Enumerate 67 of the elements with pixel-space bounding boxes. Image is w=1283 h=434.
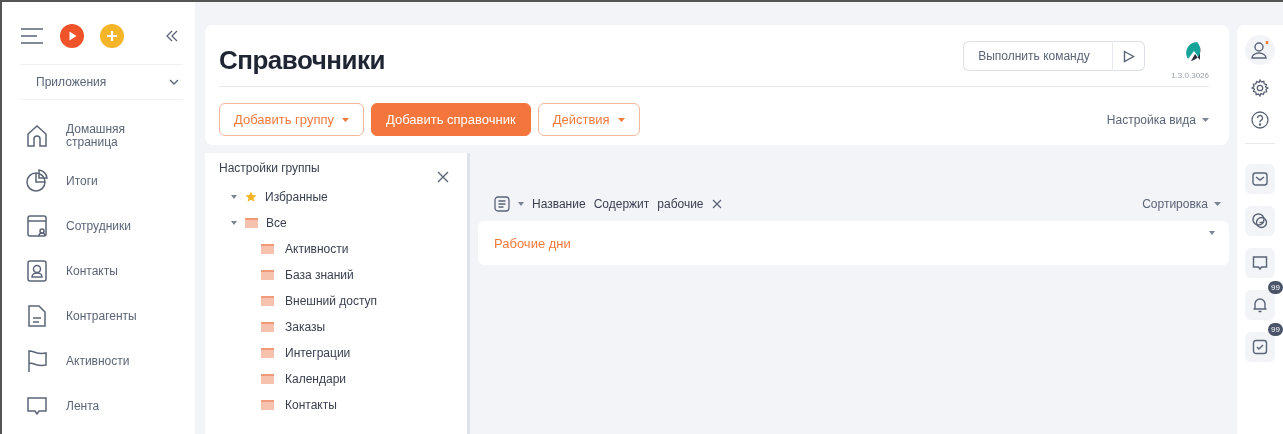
nav-item[interactable]: Домашняя страница (66, 123, 136, 149)
chat-icon[interactable] (26, 394, 48, 418)
panel-title: Настройки группы (219, 161, 321, 175)
page-title: Справочники (219, 45, 386, 76)
tree-item[interactable]: Календари (285, 372, 347, 386)
tree-item[interactable]: Интеграции (285, 346, 351, 360)
caret-icon[interactable] (231, 221, 237, 225)
nav-item[interactable]: Лента (66, 399, 136, 413)
folder-icon (261, 270, 274, 280)
list-icon[interactable] (494, 196, 510, 212)
pie-icon[interactable] (26, 169, 48, 193)
tree-item[interactable]: Избранные (265, 190, 328, 204)
apps-dropdown[interactable]: Приложения (20, 64, 183, 100)
tree-item[interactable]: Контакты (285, 398, 337, 412)
run-button[interactable] (1113, 41, 1146, 71)
clear-filter-icon[interactable] (711, 199, 722, 209)
flag-icon[interactable] (26, 349, 48, 373)
filter-operator: Содержит (593, 197, 650, 211)
caret-icon (1202, 117, 1209, 122)
settings-icon[interactable] (1251, 79, 1269, 97)
doc-icon[interactable] (26, 304, 48, 328)
bell-icon[interactable] (1252, 297, 1268, 313)
play-icon[interactable] (60, 24, 84, 48)
caret-icon[interactable] (1209, 231, 1215, 235)
filter-field: Название (532, 197, 586, 211)
view-settings-button[interactable]: Настройка вида (1106, 112, 1209, 127)
count-badge: 99 (1268, 323, 1283, 336)
chevron-icon (169, 79, 179, 85)
nav-item[interactable]: Контакты (66, 264, 136, 278)
close-icon[interactable] (437, 171, 449, 183)
folder-icon (261, 244, 274, 254)
staff-icon[interactable] (26, 214, 48, 238)
tree-item[interactable]: База знаний (285, 268, 354, 282)
filter-value: рабочие (657, 197, 704, 211)
play-icon (1122, 49, 1135, 63)
caret-icon[interactable] (518, 202, 524, 206)
nav-item[interactable]: Сотрудники (66, 219, 136, 233)
task-icon[interactable] (1252, 339, 1268, 355)
command-field[interactable]: Выполнить команду (963, 41, 1114, 71)
folder-icon (245, 218, 258, 228)
contact-icon[interactable] (26, 259, 48, 283)
user-icon[interactable] (1250, 40, 1270, 60)
tree-item[interactable]: Активности (285, 242, 349, 256)
comment-icon[interactable] (1252, 255, 1268, 271)
tree-item[interactable]: Заказы (285, 320, 326, 334)
folder-icon (261, 296, 274, 306)
caret-icon (1214, 202, 1221, 206)
nav-item[interactable]: Контрагенты (66, 309, 136, 323)
folder-icon (261, 348, 274, 358)
folder-icon (261, 322, 274, 332)
tree-item[interactable]: Внешний доступ (285, 294, 378, 308)
chats-icon[interactable] (1252, 213, 1268, 229)
collapse-icon[interactable] (165, 29, 179, 43)
count-badge: 99 (1268, 281, 1283, 294)
mail-icon[interactable] (1252, 171, 1268, 187)
folder-icon (261, 400, 274, 410)
caret-icon[interactable] (231, 195, 237, 199)
nav-item[interactable]: Активности (66, 354, 136, 368)
tree-item[interactable]: Все (266, 216, 287, 230)
folder-icon (261, 374, 274, 384)
star-icon (245, 191, 257, 203)
version-label: 1.3.0.3026 (1171, 71, 1209, 80)
sort-button[interactable]: Сортировка (1142, 197, 1221, 211)
home-icon[interactable] (26, 124, 48, 148)
menu-icon[interactable] (20, 28, 44, 44)
help-icon[interactable] (1251, 111, 1269, 129)
nav-item[interactable]: Итоги (66, 174, 136, 188)
